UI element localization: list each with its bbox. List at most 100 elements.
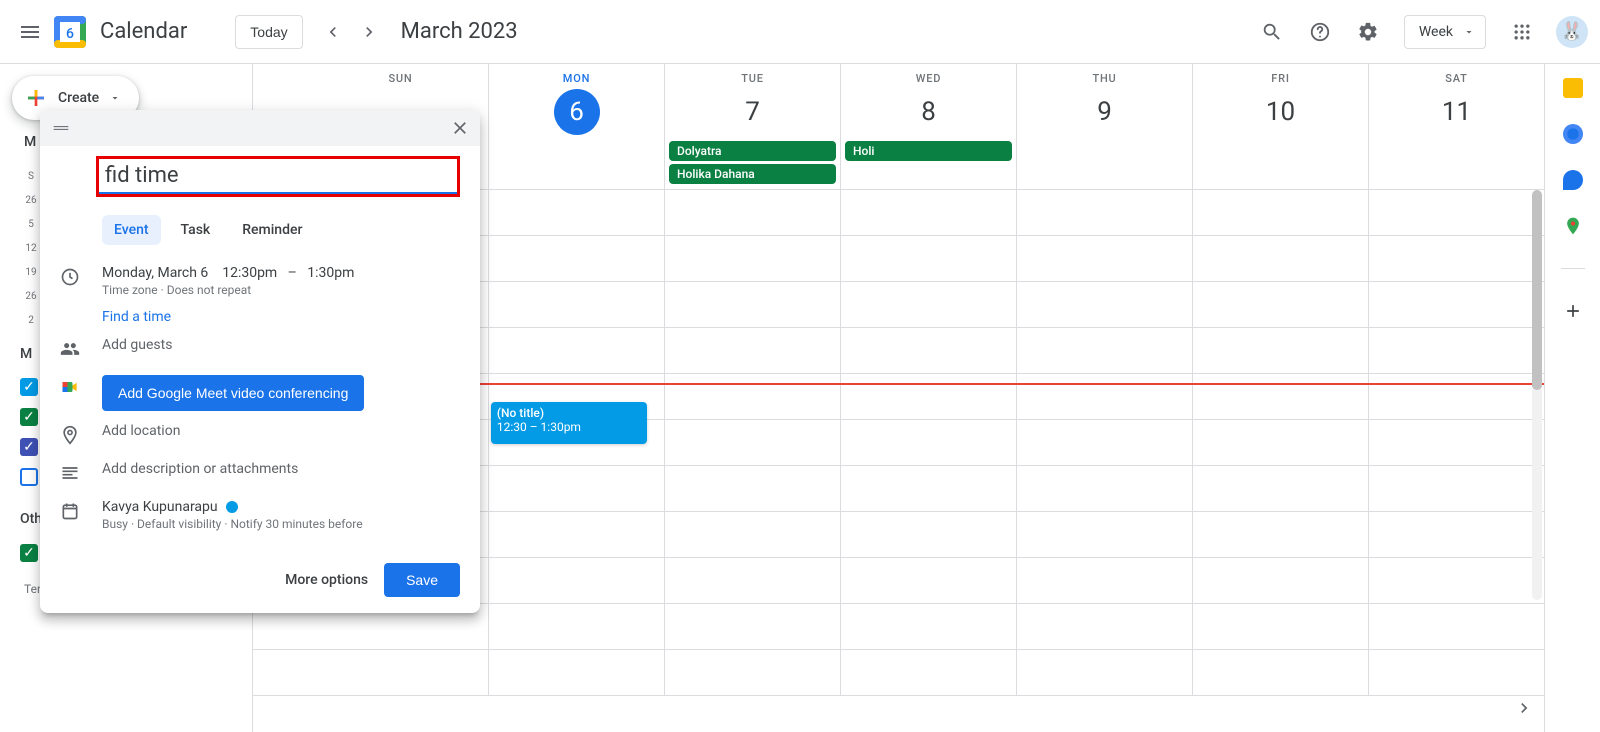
grid-cell[interactable] bbox=[1193, 374, 1369, 419]
grid-cell[interactable] bbox=[489, 190, 665, 235]
grid-cell[interactable] bbox=[1369, 650, 1544, 695]
mini-day[interactable]: 26 bbox=[24, 195, 38, 206]
event-start-time[interactable]: 12:30pm bbox=[222, 265, 277, 281]
grid-cell[interactable] bbox=[489, 512, 665, 557]
dialog-header[interactable] bbox=[40, 110, 480, 146]
grid-cell[interactable] bbox=[489, 466, 665, 511]
grid-cell[interactable] bbox=[1017, 604, 1193, 649]
grid-cell[interactable] bbox=[665, 604, 841, 649]
day-header-mon[interactable]: MON6 bbox=[489, 64, 665, 139]
grid-cell[interactable] bbox=[1017, 420, 1193, 465]
save-button[interactable]: Save bbox=[384, 563, 460, 597]
allday-cell[interactable]: Holi bbox=[841, 139, 1017, 189]
scrollbar[interactable] bbox=[1532, 190, 1542, 600]
tab-event[interactable]: Event bbox=[102, 215, 161, 245]
calendar-color-dot[interactable] bbox=[226, 501, 238, 513]
grid-cell[interactable] bbox=[1193, 236, 1369, 281]
grid-cell[interactable] bbox=[1369, 374, 1544, 419]
location-row[interactable]: Add location bbox=[60, 417, 460, 455]
grid-cell[interactable] bbox=[1017, 466, 1193, 511]
today-button[interactable]: Today bbox=[235, 15, 302, 49]
mini-day[interactable]: 5 bbox=[24, 219, 38, 230]
guests-row[interactable]: Add guests bbox=[60, 331, 460, 369]
search-button[interactable] bbox=[1250, 10, 1294, 54]
day-header-tue[interactable]: TUE7 bbox=[665, 64, 841, 139]
add-guests-field[interactable]: Add guests bbox=[102, 337, 460, 353]
tab-task[interactable]: Task bbox=[169, 215, 223, 245]
grid-cell[interactable] bbox=[841, 282, 1017, 327]
mini-day[interactable]: 12 bbox=[24, 243, 38, 254]
checkbox-icon[interactable] bbox=[20, 468, 38, 486]
grid-cell[interactable] bbox=[1193, 328, 1369, 373]
event-date[interactable]: Monday, March 6 bbox=[102, 265, 208, 281]
grid-cell[interactable] bbox=[841, 328, 1017, 373]
grid-cell[interactable] bbox=[1369, 512, 1544, 557]
grid-cell[interactable] bbox=[665, 420, 841, 465]
drag-handle-icon[interactable] bbox=[50, 117, 72, 139]
grid-cell[interactable] bbox=[1369, 236, 1544, 281]
checkbox-icon[interactable]: ✓ bbox=[20, 544, 38, 562]
add-location-field[interactable]: Add location bbox=[102, 423, 460, 439]
grid-cell[interactable] bbox=[841, 190, 1017, 235]
event-end-time[interactable]: 1:30pm bbox=[307, 265, 354, 281]
grid-cell[interactable] bbox=[1369, 190, 1544, 235]
add-meet-button[interactable]: Add Google Meet video conferencing bbox=[102, 375, 364, 411]
grid-cell[interactable] bbox=[489, 236, 665, 281]
grid-cell[interactable] bbox=[1017, 558, 1193, 603]
organizer-subtext[interactable]: Busy · Default visibility · Notify 30 mi… bbox=[102, 517, 460, 531]
grid-cell[interactable] bbox=[489, 328, 665, 373]
grid-cell[interactable] bbox=[665, 558, 841, 603]
allday-event[interactable]: Holi bbox=[845, 141, 1012, 161]
grid-cell[interactable] bbox=[1193, 558, 1369, 603]
allday-event[interactable]: Holika Dahana bbox=[669, 164, 836, 184]
find-time-link[interactable]: Find a time bbox=[102, 309, 460, 325]
add-description-field[interactable]: Add description or attachments bbox=[102, 461, 460, 477]
grid-cell[interactable] bbox=[1017, 650, 1193, 695]
keep-icon[interactable] bbox=[1563, 78, 1583, 98]
grid-cell[interactable] bbox=[1193, 420, 1369, 465]
grid-cell[interactable] bbox=[1017, 236, 1193, 281]
grid-cell[interactable] bbox=[313, 650, 489, 695]
allday-cell[interactable] bbox=[489, 139, 665, 189]
grid-cell[interactable] bbox=[841, 512, 1017, 557]
grid-cell[interactable] bbox=[1017, 374, 1193, 419]
view-selector[interactable]: Week bbox=[1404, 15, 1486, 49]
mini-day[interactable]: 26 bbox=[24, 291, 38, 302]
scrollbar-thumb[interactable] bbox=[1532, 190, 1542, 390]
next-period-button[interactable] bbox=[351, 14, 387, 50]
grid-cell[interactable] bbox=[489, 558, 665, 603]
close-icon[interactable] bbox=[450, 118, 470, 138]
day-header-thu[interactable]: THU9 bbox=[1017, 64, 1193, 139]
tab-reminder[interactable]: Reminder bbox=[230, 215, 314, 245]
grid-cell[interactable] bbox=[1369, 328, 1544, 373]
grid-cell[interactable] bbox=[1193, 190, 1369, 235]
contacts-icon[interactable] bbox=[1563, 170, 1583, 190]
prev-period-button[interactable] bbox=[315, 14, 351, 50]
tasks-icon[interactable] bbox=[1563, 124, 1583, 144]
checkbox-icon[interactable]: ✓ bbox=[20, 438, 38, 456]
grid-cell[interactable] bbox=[1193, 282, 1369, 327]
maps-icon[interactable] bbox=[1563, 216, 1583, 236]
grid-cell[interactable] bbox=[665, 512, 841, 557]
allday-event[interactable]: Dolyatra bbox=[669, 141, 836, 161]
grid-cell[interactable] bbox=[665, 282, 841, 327]
grid-cell[interactable] bbox=[841, 466, 1017, 511]
mini-day[interactable]: 19 bbox=[24, 267, 38, 278]
find-time-row[interactable]: Find a time bbox=[60, 303, 460, 331]
grid-cell[interactable] bbox=[1369, 466, 1544, 511]
show-side-panel-button[interactable] bbox=[1510, 694, 1538, 722]
help-button[interactable] bbox=[1298, 10, 1342, 54]
checkbox-icon[interactable]: ✓ bbox=[20, 408, 38, 426]
day-header-sat[interactable]: SAT11 bbox=[1369, 64, 1544, 139]
grid-cell[interactable] bbox=[1017, 190, 1193, 235]
grid-cell[interactable] bbox=[1193, 604, 1369, 649]
grid-cell[interactable] bbox=[1369, 604, 1544, 649]
grid-cell[interactable] bbox=[841, 236, 1017, 281]
grid-cell[interactable] bbox=[841, 420, 1017, 465]
allday-cell[interactable] bbox=[1017, 139, 1193, 189]
allday-cell[interactable] bbox=[1193, 139, 1369, 189]
checkbox-icon[interactable]: ✓ bbox=[20, 378, 38, 396]
mini-day[interactable]: 2 bbox=[24, 315, 38, 326]
account-avatar[interactable]: 🐰 bbox=[1556, 16, 1588, 48]
grid-cell[interactable] bbox=[841, 558, 1017, 603]
